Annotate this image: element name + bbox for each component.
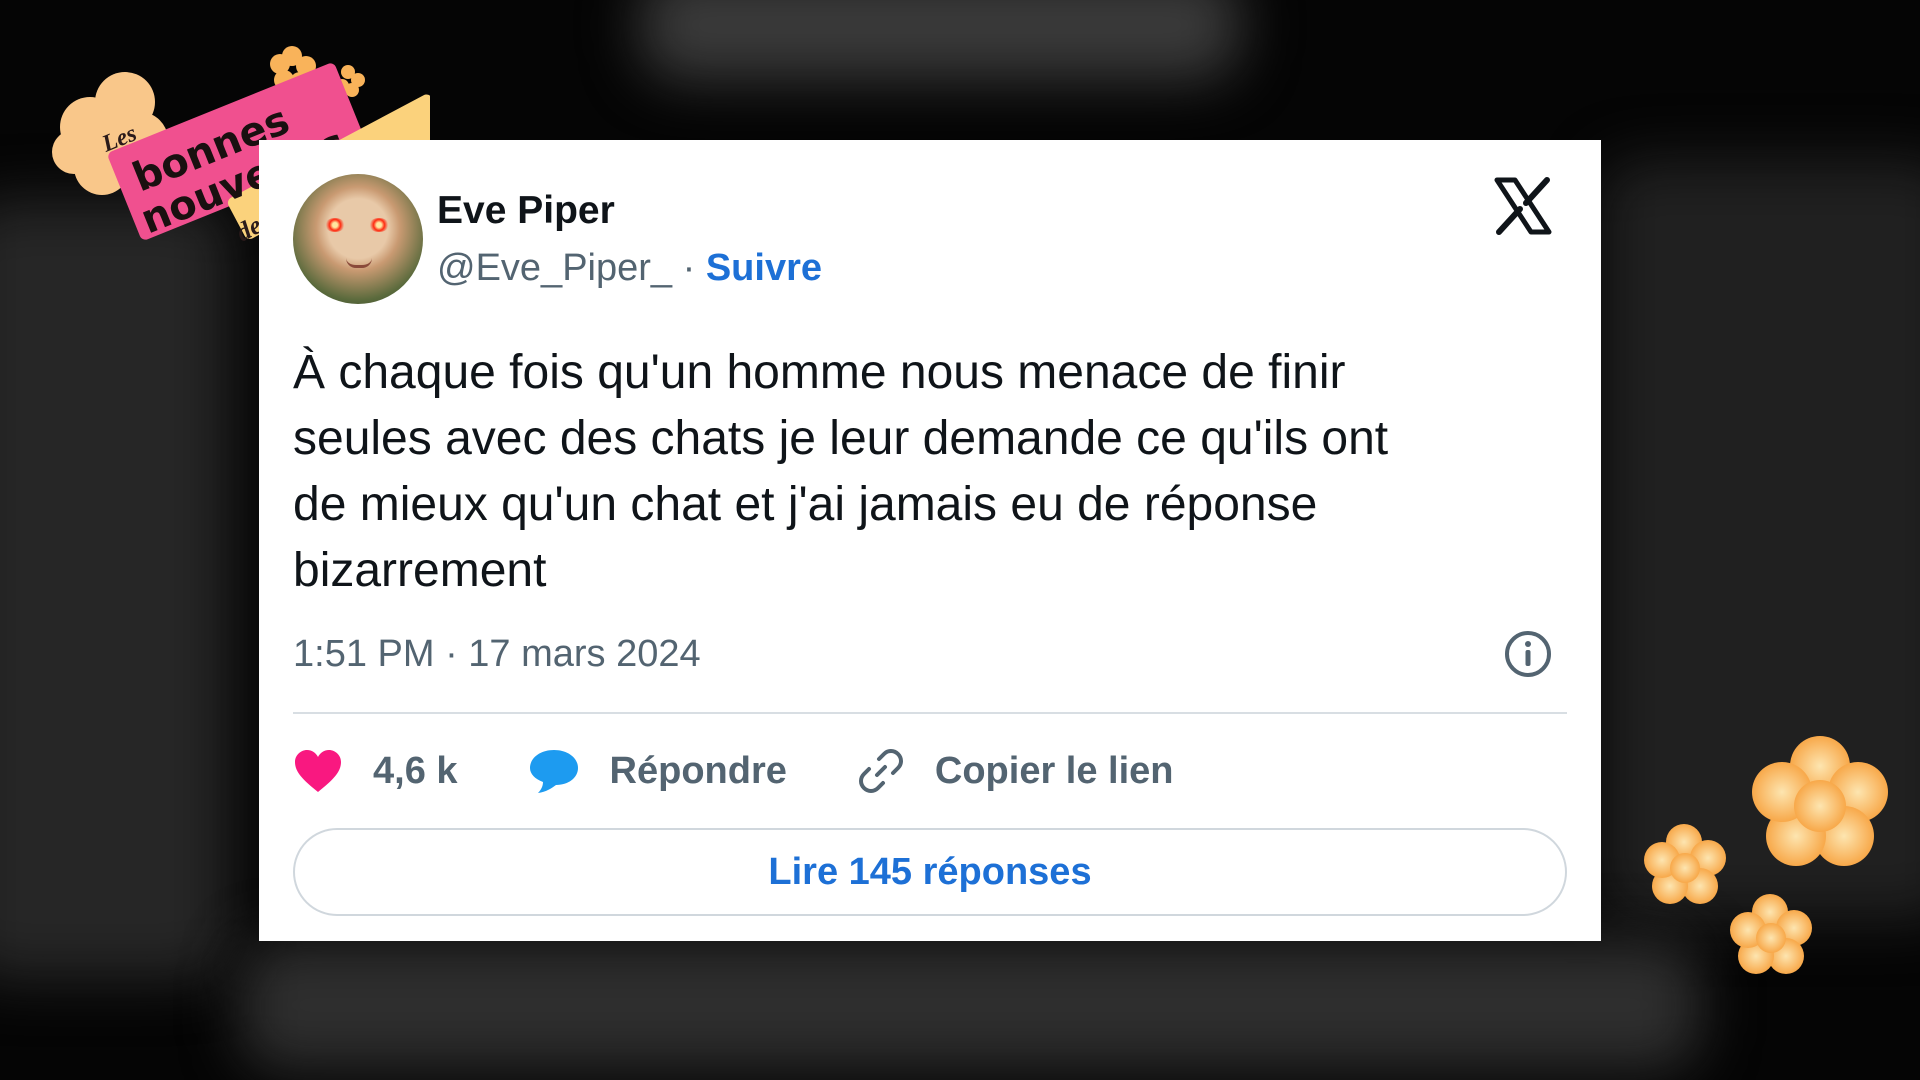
reply-button[interactable]: Répondre (528, 748, 787, 794)
tweet-text: À chaque fois qu'un homme nous menace de… (293, 346, 1389, 597)
tweet-card: Eve Piper @Eve_Piper_ · Suivre À chaque … (259, 140, 1601, 941)
heart-icon (295, 750, 341, 792)
like-count: 4,6 k (373, 749, 458, 792)
handle-separator: · (682, 246, 696, 289)
speech-bubble-icon (529, 750, 578, 793)
laser-eye-right (369, 218, 389, 232)
author-name[interactable]: Eve Piper (437, 189, 822, 233)
user-info: Eve Piper @Eve_Piper_ · Suivre (437, 189, 822, 290)
like-button[interactable]: 4,6 k (293, 748, 458, 794)
action-bar: 4,6 k Répondre Copier le lien (293, 714, 1567, 828)
copy-link-label: Copier le lien (934, 749, 1174, 792)
info-icon[interactable] (1503, 629, 1553, 679)
link-icon (858, 749, 903, 793)
background-blur-left (0, 200, 230, 980)
follow-button[interactable]: Suivre (706, 247, 822, 289)
background-blur-top (640, 0, 1240, 80)
background-blur-bottom (240, 940, 1700, 1070)
tweet-header: Eve Piper @Eve_Piper_ · Suivre (293, 174, 1567, 304)
reply-label: Répondre (609, 749, 787, 792)
timestamp-row: 1:51 PM · 17 mars 2024 (293, 626, 1567, 682)
laser-eye-left (325, 218, 345, 232)
x-logo-icon[interactable] (1493, 176, 1553, 236)
copy-link-button[interactable]: Copier le lien (857, 747, 1174, 795)
tweet-timestamp[interactable]: 1:51 PM · 17 mars 2024 (293, 633, 701, 676)
avatar[interactable] (293, 174, 423, 304)
avatar-mouth (346, 258, 372, 268)
read-replies-button[interactable]: Lire 145 réponses (293, 828, 1567, 916)
author-handle[interactable]: @Eve_Piper_ (437, 247, 672, 289)
flower-decoration-icon (1644, 736, 1888, 974)
handle-row: @Eve_Piper_ · Suivre (437, 247, 822, 290)
